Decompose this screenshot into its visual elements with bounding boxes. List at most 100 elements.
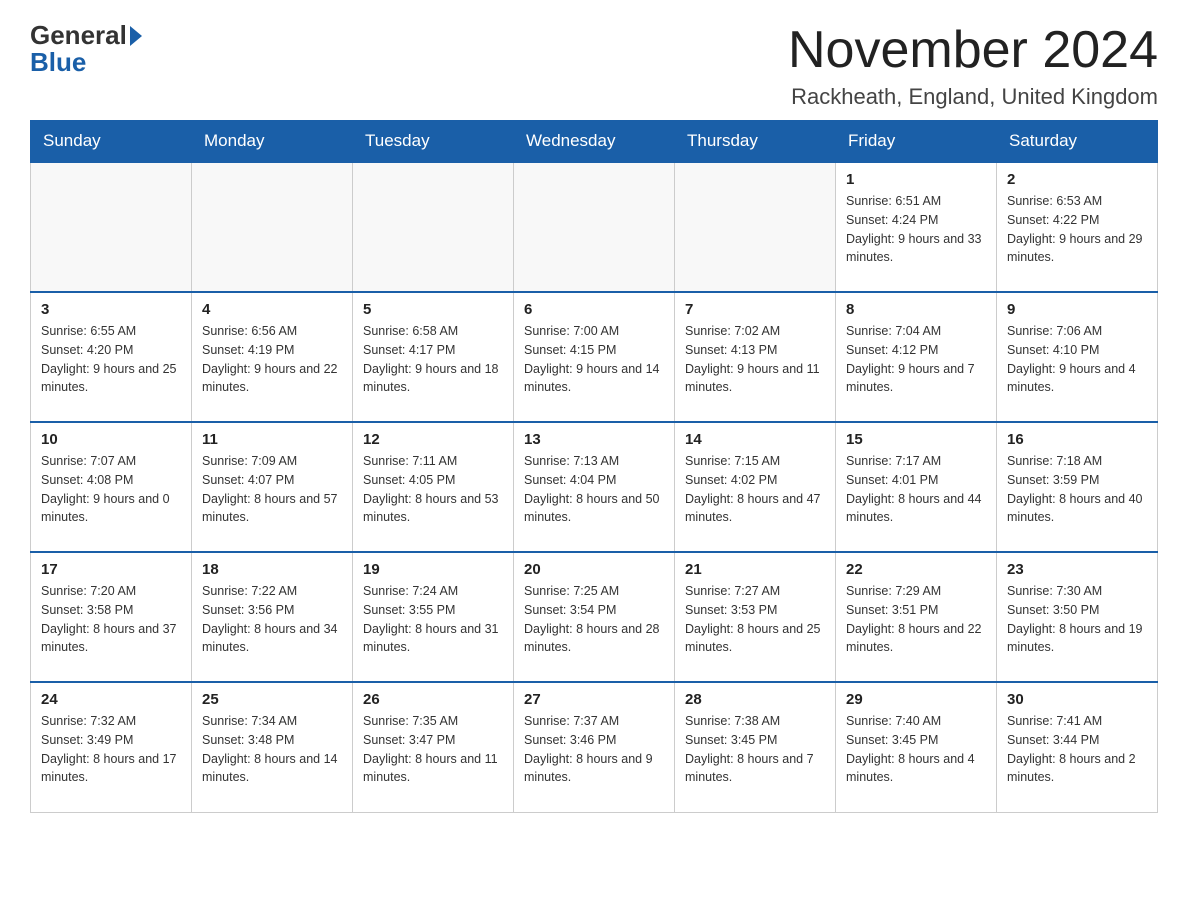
day-number: 18 xyxy=(202,561,342,578)
day-info: Sunrise: 7:09 AMSunset: 4:07 PMDaylight:… xyxy=(202,452,342,527)
calendar-cell: 13Sunrise: 7:13 AMSunset: 4:04 PMDayligh… xyxy=(514,422,675,552)
day-number: 23 xyxy=(1007,561,1147,578)
day-number: 14 xyxy=(685,431,825,448)
calendar-cell: 19 Sunrise: 7:24 AMSunset: 3:55 PMDayligh… xyxy=(353,552,514,682)
calendar-cell xyxy=(31,162,192,292)
day-info: Sunrise: 7:32 AMSunset: 3:49 PMDaylight:… xyxy=(41,712,181,787)
calendar-cell: 1Sunrise: 6:51 AMSunset: 4:24 PMDaylight… xyxy=(836,162,997,292)
calendar-cell xyxy=(192,162,353,292)
calendar-cell: 20 Sunrise: 7:25 AMSunset: 3:54 PMDayligh… xyxy=(514,552,675,682)
day-info: Sunrise: 7:34 AMSunset: 3:48 PMDaylight:… xyxy=(202,712,342,787)
day-number: 11 xyxy=(202,431,342,448)
calendar-cell: 23Sunrise: 7:30 AMSunset: 3:50 PMDayligh… xyxy=(997,552,1158,682)
header-saturday: Saturday xyxy=(997,121,1158,163)
day-info: Sunrise: 6:55 AMSunset: 4:20 PMDaylight:… xyxy=(41,322,181,397)
title-section: November 2024 Rackheath, England, United… xyxy=(788,20,1158,110)
day-number: 22 xyxy=(846,561,986,578)
day-info: Sunrise: 7:17 AMSunset: 4:01 PMDaylight:… xyxy=(846,452,986,527)
calendar-cell: 17 Sunrise: 7:20 AMSunset: 3:58 PMDayligh… xyxy=(31,552,192,682)
header-friday: Friday xyxy=(836,121,997,163)
week-row-3: 17 Sunrise: 7:20 AMSunset: 3:58 PMDayligh… xyxy=(31,552,1158,682)
day-info: Sunrise: 7:04 AMSunset: 4:12 PMDaylight:… xyxy=(846,322,986,397)
day-number: 4 xyxy=(202,301,342,318)
page-header: General Blue November 2024 Rackheath, En… xyxy=(30,20,1158,110)
calendar-cell xyxy=(675,162,836,292)
day-number: 12 xyxy=(363,431,503,448)
calendar-cell: 26 Sunrise: 7:35 AMSunset: 3:47 PMDayligh… xyxy=(353,682,514,812)
calendar-cell: 15 Sunrise: 7:17 AMSunset: 4:01 PMDayligh… xyxy=(836,422,997,552)
day-number: 28 xyxy=(685,691,825,708)
calendar-cell: 7Sunrise: 7:02 AMSunset: 4:13 PMDaylight… xyxy=(675,292,836,422)
day-number: 9 xyxy=(1007,301,1147,318)
calendar-cell: 3Sunrise: 6:55 AMSunset: 4:20 PMDaylight… xyxy=(31,292,192,422)
day-info: Sunrise: 7:40 AMSunset: 3:45 PMDaylight:… xyxy=(846,712,986,787)
calendar-cell: 11 Sunrise: 7:09 AMSunset: 4:07 PMDayligh… xyxy=(192,422,353,552)
day-number: 19 xyxy=(363,561,503,578)
header-monday: Monday xyxy=(192,121,353,163)
day-info: Sunrise: 7:25 AMSunset: 3:54 PMDaylight:… xyxy=(524,582,664,657)
day-number: 16 xyxy=(1007,431,1147,448)
calendar-cell: 6Sunrise: 7:00 AMSunset: 4:15 PMDaylight… xyxy=(514,292,675,422)
location-text: Rackheath, England, United Kingdom xyxy=(788,84,1158,110)
day-info: Sunrise: 6:56 AMSunset: 4:19 PMDaylight:… xyxy=(202,322,342,397)
day-info: Sunrise: 7:18 AMSunset: 3:59 PMDaylight:… xyxy=(1007,452,1147,527)
day-info: Sunrise: 7:35 AMSunset: 3:47 PMDaylight:… xyxy=(363,712,503,787)
calendar-cell: 30 Sunrise: 7:41 AMSunset: 3:44 PMDayligh… xyxy=(997,682,1158,812)
day-number: 10 xyxy=(41,431,181,448)
calendar-cell: 22 Sunrise: 7:29 AMSunset: 3:51 PMDayligh… xyxy=(836,552,997,682)
day-info: Sunrise: 6:58 AMSunset: 4:17 PMDaylight:… xyxy=(363,322,503,397)
header-tuesday: Tuesday xyxy=(353,121,514,163)
calendar-cell: 5 Sunrise: 6:58 AMSunset: 4:17 PMDaylight… xyxy=(353,292,514,422)
day-number: 17 xyxy=(41,561,181,578)
day-number: 21 xyxy=(685,561,825,578)
day-number: 8 xyxy=(846,301,986,318)
calendar-cell: 9Sunrise: 7:06 AMSunset: 4:10 PMDaylight… xyxy=(997,292,1158,422)
day-info: Sunrise: 7:07 AMSunset: 4:08 PMDaylight:… xyxy=(41,452,181,527)
calendar-cell: 16 Sunrise: 7:18 AMSunset: 3:59 PMDayligh… xyxy=(997,422,1158,552)
day-info: Sunrise: 6:53 AMSunset: 4:22 PMDaylight:… xyxy=(1007,192,1147,267)
calendar-body: 1Sunrise: 6:51 AMSunset: 4:24 PMDaylight… xyxy=(31,162,1158,812)
logo-blue-text: Blue xyxy=(30,47,86,78)
week-row-0: 1Sunrise: 6:51 AMSunset: 4:24 PMDaylight… xyxy=(31,162,1158,292)
calendar-table: SundayMondayTuesdayWednesdayThursdayFrid… xyxy=(30,120,1158,813)
calendar-cell: 2Sunrise: 6:53 AMSunset: 4:22 PMDaylight… xyxy=(997,162,1158,292)
day-info: Sunrise: 7:11 AMSunset: 4:05 PMDaylight:… xyxy=(363,452,503,527)
logo: General Blue xyxy=(30,20,142,78)
calendar-cell: 18 Sunrise: 7:22 AMSunset: 3:56 PMDayligh… xyxy=(192,552,353,682)
day-number: 27 xyxy=(524,691,664,708)
week-row-4: 24 Sunrise: 7:32 AMSunset: 3:49 PMDayligh… xyxy=(31,682,1158,812)
calendar-cell: 21 Sunrise: 7:27 AMSunset: 3:53 PMDayligh… xyxy=(675,552,836,682)
day-info: Sunrise: 7:20 AMSunset: 3:58 PMDaylight:… xyxy=(41,582,181,657)
calendar-cell: 8 Sunrise: 7:04 AMSunset: 4:12 PMDaylight… xyxy=(836,292,997,422)
day-info: Sunrise: 7:24 AMSunset: 3:55 PMDaylight:… xyxy=(363,582,503,657)
day-info: Sunrise: 7:27 AMSunset: 3:53 PMDaylight:… xyxy=(685,582,825,657)
day-info: Sunrise: 7:15 AMSunset: 4:02 PMDaylight:… xyxy=(685,452,825,527)
day-number: 30 xyxy=(1007,691,1147,708)
calendar-cell: 29 Sunrise: 7:40 AMSunset: 3:45 PMDayligh… xyxy=(836,682,997,812)
day-number: 25 xyxy=(202,691,342,708)
day-number: 29 xyxy=(846,691,986,708)
calendar-cell: 4 Sunrise: 6:56 AMSunset: 4:19 PMDaylight… xyxy=(192,292,353,422)
calendar-cell: 24 Sunrise: 7:32 AMSunset: 3:49 PMDayligh… xyxy=(31,682,192,812)
day-number: 20 xyxy=(524,561,664,578)
day-number: 6 xyxy=(524,301,664,318)
month-title: November 2024 xyxy=(788,20,1158,80)
day-info: Sunrise: 7:13 AMSunset: 4:04 PMDaylight:… xyxy=(524,452,664,527)
day-info: Sunrise: 7:22 AMSunset: 3:56 PMDaylight:… xyxy=(202,582,342,657)
day-info: Sunrise: 7:41 AMSunset: 3:44 PMDaylight:… xyxy=(1007,712,1147,787)
day-number: 24 xyxy=(41,691,181,708)
header-thursday: Thursday xyxy=(675,121,836,163)
day-info: Sunrise: 7:29 AMSunset: 3:51 PMDaylight:… xyxy=(846,582,986,657)
week-row-2: 10 Sunrise: 7:07 AMSunset: 4:08 PMDayligh… xyxy=(31,422,1158,552)
day-number: 1 xyxy=(846,171,986,188)
header-sunday: Sunday xyxy=(31,121,192,163)
calendar-cell: 25 Sunrise: 7:34 AMSunset: 3:48 PMDayligh… xyxy=(192,682,353,812)
day-number: 26 xyxy=(363,691,503,708)
calendar-cell: 10 Sunrise: 7:07 AMSunset: 4:08 PMDayligh… xyxy=(31,422,192,552)
week-row-1: 3Sunrise: 6:55 AMSunset: 4:20 PMDaylight… xyxy=(31,292,1158,422)
calendar-cell xyxy=(514,162,675,292)
calendar-cell xyxy=(353,162,514,292)
day-number: 15 xyxy=(846,431,986,448)
day-number: 5 xyxy=(363,301,503,318)
day-info: Sunrise: 7:38 AMSunset: 3:45 PMDaylight:… xyxy=(685,712,825,787)
